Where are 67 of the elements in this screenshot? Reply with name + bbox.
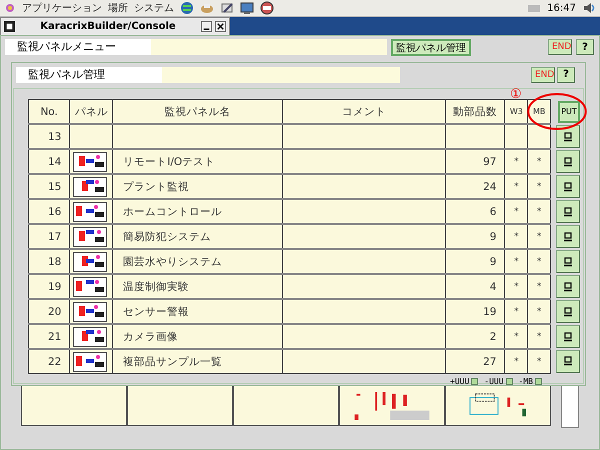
column-header: No. (28, 100, 70, 124)
column-header: 動部品数 (445, 100, 505, 124)
table-cell: 複部品サンプル一覧 (112, 349, 283, 374)
table-cell: プラント監視 (112, 174, 283, 199)
table-cell: 6 (445, 199, 505, 224)
help-button[interactable]: ? (557, 66, 575, 82)
column-header: パネル (70, 100, 113, 124)
table-cell: * (528, 299, 551, 324)
control-label: -MB (518, 377, 533, 386)
column-header: 監視パネル名 (112, 100, 283, 124)
table-cell: 22 (28, 349, 70, 374)
table-cell: 園芸水やりシステム (112, 249, 283, 274)
table-cell: 簡易防犯システム (112, 224, 283, 249)
table-cell: センサー警報 (112, 299, 283, 324)
put-button[interactable]: PUT (558, 100, 580, 123)
table-cell: リモートI/Oテスト (112, 149, 283, 174)
table-cell: * (528, 324, 551, 349)
table-cell: 9 (445, 249, 505, 274)
menu-item[interactable]: システム (134, 1, 174, 15)
table-cell: * (528, 249, 551, 274)
help-button[interactable]: ? (576, 39, 594, 55)
table-cell: * (528, 274, 551, 299)
table-cell: * (528, 224, 551, 249)
table-cell: 18 (28, 249, 70, 274)
table-cell: 24 (445, 174, 505, 199)
table-cell: 20 (28, 299, 70, 324)
menu-item[interactable]: 場所 (108, 1, 128, 15)
table-cell: * (528, 174, 551, 199)
table-cell: * (504, 174, 528, 199)
table-cell: 15 (28, 174, 70, 199)
table-cell: * (528, 149, 551, 174)
table-cell: ホームコントロール (112, 199, 283, 224)
table-cell: * (504, 249, 528, 274)
table-cell: 97 (445, 149, 505, 174)
title-field: 監視パネル管理 (16, 66, 162, 82)
mode-button[interactable]: 監視パネル管理 (391, 38, 471, 56)
table-cell: 21 (28, 324, 70, 349)
table-cell: 温度制御実験 (112, 274, 283, 299)
column-header: W3 (504, 100, 528, 124)
table-cell: * (504, 299, 528, 324)
table-cell: 14 (28, 149, 70, 174)
clock: 16:47 (547, 2, 576, 14)
table-cell: 2 (445, 324, 505, 349)
table-cell: * (504, 149, 528, 174)
table-cell: 9 (445, 224, 505, 249)
table-cell: * (528, 349, 551, 374)
table-cell: 16 (28, 199, 70, 224)
table-cell: 4 (445, 274, 505, 299)
table-cell: * (504, 224, 528, 249)
column-header: コメント (282, 100, 446, 124)
table-cell: * (504, 199, 528, 224)
control-label: +UUU (450, 377, 470, 386)
control-label: -UUU (484, 377, 504, 386)
annotation-number: ① (510, 87, 522, 102)
table-cell: * (528, 199, 551, 224)
table-cell: 17 (28, 224, 70, 249)
table-cell: 19 (28, 274, 70, 299)
menu-item[interactable]: アプリケーション (22, 1, 102, 15)
table-cell: 19 (445, 299, 505, 324)
table-cell: カメラ画像 (112, 324, 283, 349)
table-cell: * (504, 324, 528, 349)
title-field: 監視パネルメニュー (5, 39, 151, 55)
table-cell: * (504, 349, 528, 374)
window-title: KaracrixBuilder/Console (39, 20, 177, 32)
table-cell: 27 (445, 349, 505, 374)
table-cell: 13 (28, 124, 70, 149)
table-cell: * (504, 274, 528, 299)
